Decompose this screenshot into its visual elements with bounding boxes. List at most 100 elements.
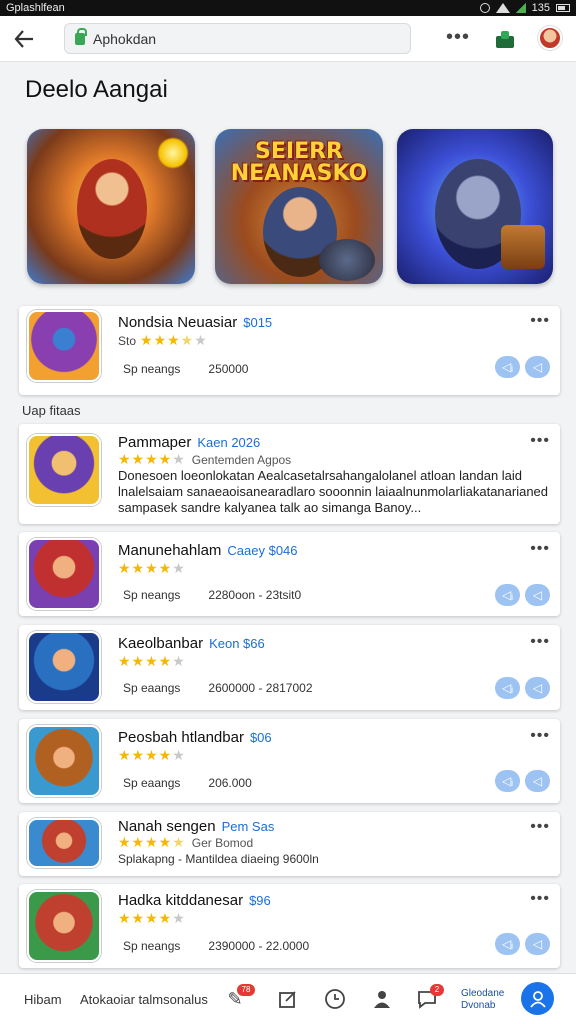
page-title: Deelo Aangai: [25, 76, 168, 103]
overflow-menu-button[interactable]: •••: [530, 432, 550, 450]
alarm-icon: [479, 3, 490, 13]
battery-icon: [556, 4, 570, 12]
app-title: Nanah sengen Pem Sas: [118, 818, 275, 835]
edit-box-icon[interactable]: [275, 987, 301, 1011]
rating-stars: ★★★★★ Gentemden Agpos: [118, 451, 292, 467]
app-meta: Splakapng - Mantildea diaeing 9600ln: [118, 852, 319, 866]
hero-figure: [77, 159, 147, 259]
bottom-left-label[interactable]: Hibam: [24, 992, 62, 1007]
action-pill-button[interactable]: ◁ᵢ: [495, 356, 520, 378]
app-price: Pem Sas: [221, 819, 275, 834]
app-card[interactable]: Peosbah htlandbar $06 ★★★★★ Sp eaangs 206.…: [19, 719, 560, 803]
featured-banner-1[interactable]: [27, 129, 195, 284]
action-pill-button[interactable]: ◁: [525, 584, 550, 606]
rating-stars: ★★★★★: [118, 747, 186, 763]
rating-stars: ★★★★★: [118, 560, 186, 576]
bottom-navigation: Hibam Atokaoiar talmsonalus ✎ 78 2 Gleod…: [0, 973, 576, 1024]
back-arrow-icon: [14, 29, 33, 48]
back-button[interactable]: [0, 16, 48, 62]
overflow-menu-button[interactable]: •••: [530, 633, 550, 651]
lock-icon: [75, 27, 87, 45]
overflow-menu-button[interactable]: •••: [530, 540, 550, 558]
app-title: Peosbah htlandbar $06: [118, 729, 272, 746]
app-card[interactable]: Nanah sengen Pem Sas ★★★★★ Ger Bomod Splak…: [19, 812, 560, 876]
app-icon: [27, 434, 101, 506]
browser-toolbar: Aphokdan •••: [0, 16, 576, 62]
bottom-small-text: Gleodane Dvonab: [461, 988, 504, 1012]
rating-stars: ★★★★★: [118, 653, 186, 669]
small-text-line: Dvonab: [461, 1000, 496, 1011]
profile-avatar[interactable]: [538, 26, 562, 50]
notification-badge: 2: [430, 984, 444, 996]
app-meta: Sp neangs 2390000 - 22.0000: [123, 939, 310, 953]
small-text-line: Gleodane: [461, 988, 505, 999]
action-pill-button[interactable]: ◁ᵢ: [495, 584, 520, 606]
developer-name: Ger Bomod: [191, 836, 254, 850]
app-price: Keon $66: [209, 636, 265, 651]
app-title: Pammaper Kaen 2026: [118, 434, 261, 451]
app-card[interactable]: Pammaper Kaen 2026 ★★★★★ Gentemden Agpos D…: [19, 424, 560, 524]
app-icon: [27, 890, 101, 962]
app-title: Kaeolbanbar Keon $66: [118, 635, 265, 652]
app-card[interactable]: Manunehahlam Caaey $046 ★★★★★ Sp neangs 22…: [19, 532, 560, 616]
more-menu-button[interactable]: •••: [444, 26, 472, 52]
app-title: Hadka kitddanesar $96: [118, 892, 271, 909]
action-pill-button[interactable]: ◁ᵢ: [495, 770, 520, 792]
featured-banner-3[interactable]: [397, 129, 553, 284]
app-icon: [27, 310, 101, 382]
overflow-menu-button[interactable]: •••: [530, 818, 550, 836]
battery-level: 135: [531, 2, 550, 14]
action-pill-button[interactable]: ◁: [525, 356, 550, 378]
developer-name: Gentemden Agpos: [191, 453, 292, 467]
app-icon: [27, 725, 101, 797]
rating-stars: ★★★★★: [118, 910, 186, 926]
edit-box-icon: [279, 991, 296, 1008]
app-meta: Sp neangs 250000: [123, 362, 249, 376]
action-pill-button[interactable]: ◁: [525, 933, 550, 955]
rating-label: Sto: [118, 334, 137, 348]
app-title: Manunehahlam Caaey $046: [118, 542, 298, 559]
overflow-menu-button[interactable]: •••: [530, 727, 550, 745]
overflow-menu-button[interactable]: •••: [530, 890, 550, 908]
app-price: Kaen 2026: [197, 435, 261, 450]
action-pill-button[interactable]: ◁ᵢ: [495, 677, 520, 699]
bottom-center-label[interactable]: Atokaoiar talmsonalus: [80, 992, 208, 1007]
treasure-chest-figure: [501, 225, 545, 269]
people-icon[interactable]: [369, 987, 395, 1011]
app-meta: Sp eaangs 206.000: [123, 776, 252, 790]
person-icon: [529, 990, 546, 1008]
clock-icon[interactable]: [322, 987, 348, 1011]
vehicle-figure: [319, 239, 375, 281]
rating-stars: ★★★★★ Ger Bomod: [118, 834, 254, 850]
app-price: $96: [249, 893, 271, 908]
section-label: Uap fitaas: [22, 403, 81, 418]
rating-stars: Sto ★★★★★: [118, 332, 208, 348]
address-bar[interactable]: Aphokdan: [64, 23, 411, 54]
action-pill-button[interactable]: ◁ᵢ: [495, 933, 520, 955]
people-icon: [374, 991, 390, 1008]
action-pill-button[interactable]: ◁: [525, 770, 550, 792]
glow-effect: [157, 137, 189, 169]
status-bar-title: Gplashlfean: [6, 2, 65, 14]
app-price: Caaey $046: [227, 543, 298, 558]
featured-banner-title: SEIERR NEANASKO: [230, 139, 368, 186]
app-price: $06: [249, 730, 272, 745]
app-icon: [27, 818, 101, 868]
status-bar: Gplashlfean 135: [0, 0, 576, 16]
app-card[interactable]: Hadka kitddanesar $96 ★★★★★ Sp neangs 2390…: [19, 884, 560, 968]
featured-banner-2[interactable]: SEIERR NEANASKO: [215, 129, 383, 284]
profile-button[interactable]: [521, 982, 554, 1015]
app-price: $015: [243, 315, 273, 330]
overflow-menu-button[interactable]: •••: [530, 312, 550, 330]
extension-icon[interactable]: [494, 28, 516, 50]
address-url: Aphokdan: [93, 30, 157, 47]
app-icon: [27, 631, 101, 703]
app-meta: Sp neangs 2280oon - 23tsit0: [123, 588, 302, 602]
clock-icon: [325, 989, 345, 1009]
action-pill-button[interactable]: ◁: [525, 677, 550, 699]
app-card[interactable]: Kaeolbanbar Keon $66 ★★★★★ Sp eaangs 26000…: [19, 625, 560, 710]
app-card[interactable]: Nondsia Neuasiar $015 Sto ★★★★★ Sp neangs 2…: [19, 306, 560, 395]
wifi-icon: [495, 3, 510, 13]
app-meta: Sp eaangs 2600000 - 2817002: [123, 681, 313, 695]
notification-badge: 78: [237, 984, 255, 996]
